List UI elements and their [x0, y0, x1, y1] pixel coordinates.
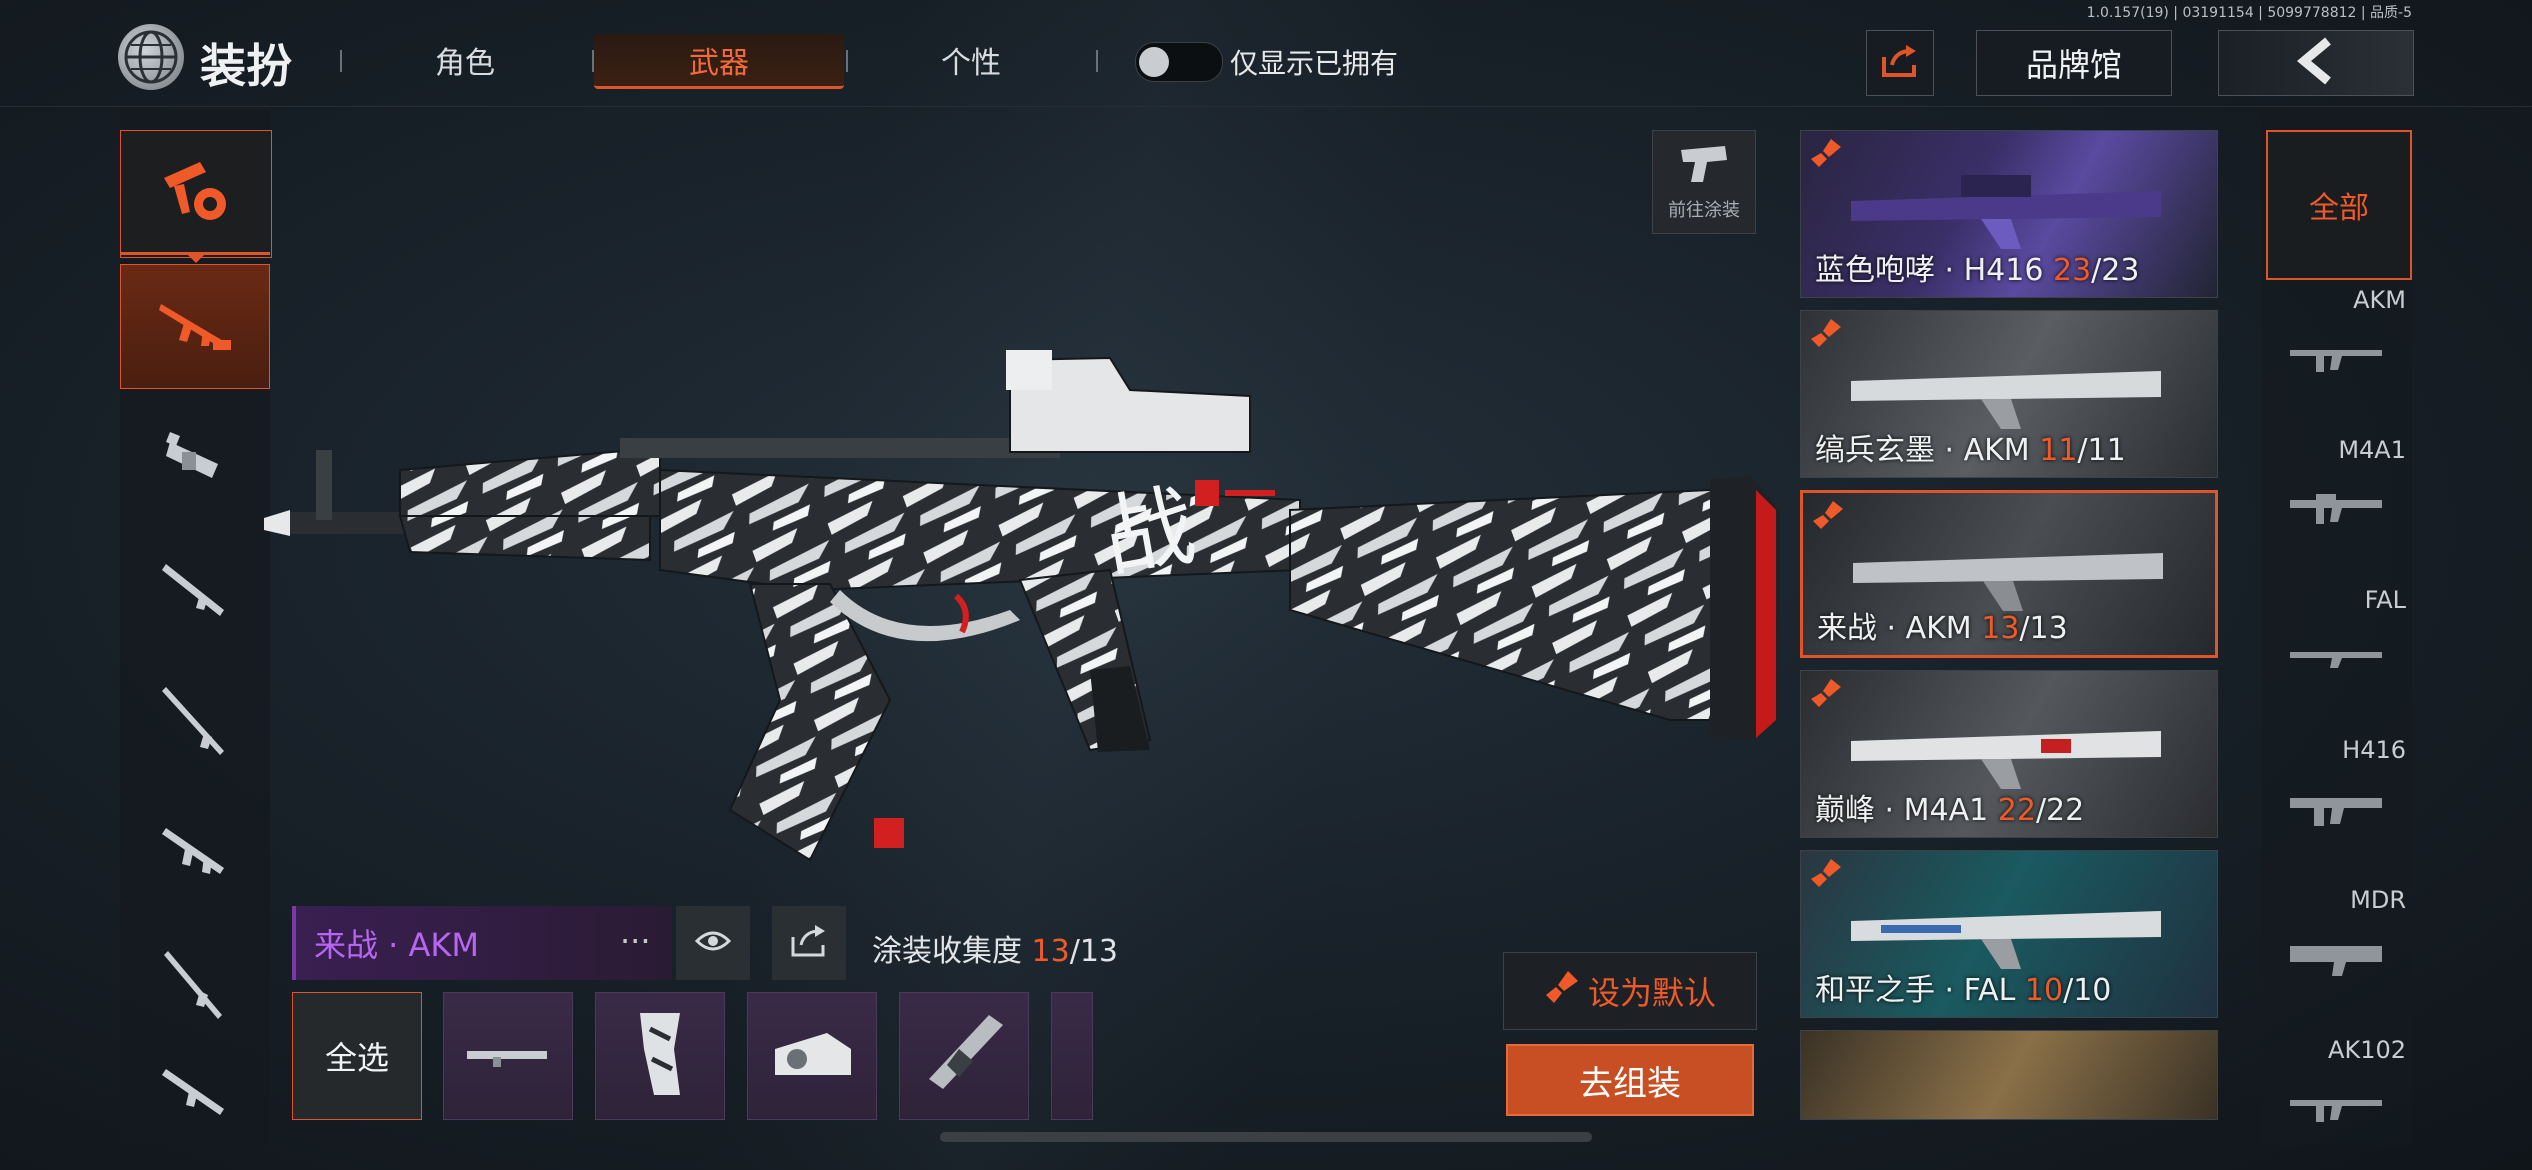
sight-part-icon — [767, 1019, 857, 1093]
lmg-icon — [160, 818, 230, 892]
skin-card-title: 和平之手 · FAL 10/10 — [1815, 973, 2112, 1008]
go-to-paint-label: 前往涂装 — [1668, 200, 1740, 221]
sidebar-item-sniper[interactable] — [120, 660, 270, 785]
skin-card-title: 巅峰 · M4A1 22/22 — [1815, 793, 2085, 828]
select-all-button[interactable]: 全选 — [292, 992, 422, 1120]
share-icon — [789, 923, 829, 963]
skin-card[interactable] — [1800, 1030, 2218, 1120]
rifle-icon — [2290, 350, 2382, 372]
filter-label: MDR — [2350, 886, 2406, 914]
grip-part-icon — [630, 1009, 690, 1103]
brand-hall-button[interactable]: 品牌馆 — [1976, 30, 2172, 96]
paint-gun-icon — [1677, 142, 1731, 190]
part-stock[interactable] — [899, 992, 1029, 1120]
collection-label: 涂装收集度 — [872, 934, 1022, 969]
smg-icon — [160, 422, 230, 496]
shotgun-icon — [160, 554, 230, 628]
globe-logo-icon — [118, 24, 184, 90]
rifle-icon — [2290, 946, 2382, 976]
sidebar-item-assault-rifle[interactable] — [120, 264, 270, 389]
filter-mdr[interactable]: MDR — [2266, 886, 2412, 1036]
set-default-label: 设为默认 — [1587, 974, 1716, 1012]
more-options-button[interactable]: ··· — [620, 922, 651, 960]
weapon-preview[interactable]: 战 — [250, 340, 1790, 900]
set-default-button[interactable]: 设为默认 — [1503, 952, 1757, 1030]
filter-fal[interactable]: FAL — [2266, 586, 2412, 736]
skin-card-title: 蓝色咆哮 · H416 23/23 — [1815, 253, 2140, 288]
eye-icon — [694, 929, 732, 957]
brush-badge-icon — [1809, 317, 1845, 349]
back-button[interactable] — [2218, 30, 2414, 96]
weapon-category-icon — [160, 156, 232, 232]
chevron-left-icon — [2294, 37, 2338, 89]
filter-label: H416 — [2342, 736, 2406, 764]
skin-card[interactable]: 缟兵玄墨 · AKM 11/11 — [1800, 310, 2218, 478]
sidebar-item-smg[interactable] — [120, 396, 270, 521]
skin-card[interactable]: 蓝色咆哮 · H416 23/23 — [1800, 130, 2218, 298]
share-icon — [1880, 43, 1920, 83]
assault-rifle-icon — [155, 290, 235, 364]
go-to-paint-button[interactable]: 前往涂装 — [1652, 130, 1756, 234]
page-title: 装扮 — [200, 39, 292, 93]
weapon-category-tab[interactable] — [120, 130, 272, 258]
owned-only-label: 仅显示已拥有 — [1230, 47, 1399, 80]
rifle-icon — [2290, 652, 2382, 668]
brush-icon — [1544, 969, 1580, 1013]
header-divider — [0, 106, 2532, 107]
collection-total: /13 — [1069, 934, 1119, 969]
filter-label: FAL — [2364, 586, 2406, 614]
pistol-icon — [160, 1053, 230, 1127]
filter-akm[interactable]: AKM — [2266, 286, 2412, 436]
category-pointer — [186, 253, 206, 263]
sidebar-item-shotgun[interactable] — [120, 528, 270, 653]
sidebar-item-lmg[interactable] — [120, 792, 270, 917]
brush-badge-icon — [1809, 857, 1845, 889]
part-grip[interactable] — [595, 992, 725, 1120]
sidebar-item-dmr[interactable] — [120, 924, 270, 1049]
part-more[interactable] — [1051, 992, 1093, 1120]
home-indicator — [940, 1132, 1592, 1142]
collection-progress: 涂装收集度 13/13 — [872, 926, 1118, 970]
version-info: 1.0.157(19) | 03191154 | 5099778812 | 品质… — [2086, 5, 2412, 21]
sidebar-item-pistol[interactable] — [120, 1040, 270, 1140]
skin-card-title: 来战 · AKM 13/13 — [1817, 611, 2068, 646]
preview-toggle-button[interactable] — [676, 906, 750, 980]
sniper-icon — [160, 681, 230, 765]
stock-part-icon — [919, 1009, 1009, 1103]
filter-m4a1[interactable]: M4A1 — [2266, 436, 2412, 586]
collection-count: 13 — [1031, 934, 1070, 969]
svg-text:战: 战 — [1096, 473, 1203, 592]
tab-character[interactable]: 角色 — [340, 34, 590, 86]
divider — [1096, 50, 1098, 72]
part-sight[interactable] — [747, 992, 877, 1120]
rifle-icon — [2290, 1100, 2382, 1122]
tab-weapon[interactable]: 武器 — [594, 34, 844, 89]
brush-badge-icon — [1811, 499, 1847, 531]
brush-badge-icon — [1809, 137, 1845, 169]
part-rifle[interactable] — [443, 992, 573, 1120]
share-button[interactable] — [1866, 30, 1934, 96]
rifle-icon — [2290, 798, 2382, 826]
skin-card[interactable]: 巅峰 · M4A1 22/22 — [1800, 670, 2218, 838]
skin-card-title: 缟兵玄墨 · AKM 11/11 — [1815, 433, 2126, 468]
filter-label: AK102 — [2328, 1036, 2406, 1064]
tab-personality[interactable]: 个性 — [846, 34, 1096, 86]
filter-ak102[interactable]: AK102 — [2266, 1036, 2412, 1136]
assemble-button[interactable]: 去组装 — [1506, 1044, 1754, 1116]
skin-card[interactable]: 和平之手 · FAL 10/10 — [1800, 850, 2218, 1018]
toggle-knob — [1139, 47, 1169, 77]
brush-badge-icon — [1809, 677, 1845, 709]
filter-label: M4A1 — [2338, 436, 2406, 464]
skin-share-button[interactable] — [772, 906, 846, 980]
skin-card-selected[interactable]: 来战 · AKM 13/13 — [1800, 490, 2218, 658]
rifle-icon — [2290, 494, 2382, 524]
filter-all[interactable]: 全部 — [2266, 130, 2412, 280]
filter-h416[interactable]: H416 — [2266, 736, 2412, 886]
selected-skin-name: 来战 · AKM — [292, 906, 672, 980]
dmr-icon — [160, 945, 230, 1029]
rifle-part-icon — [463, 1039, 553, 1073]
filter-label: AKM — [2353, 286, 2406, 314]
